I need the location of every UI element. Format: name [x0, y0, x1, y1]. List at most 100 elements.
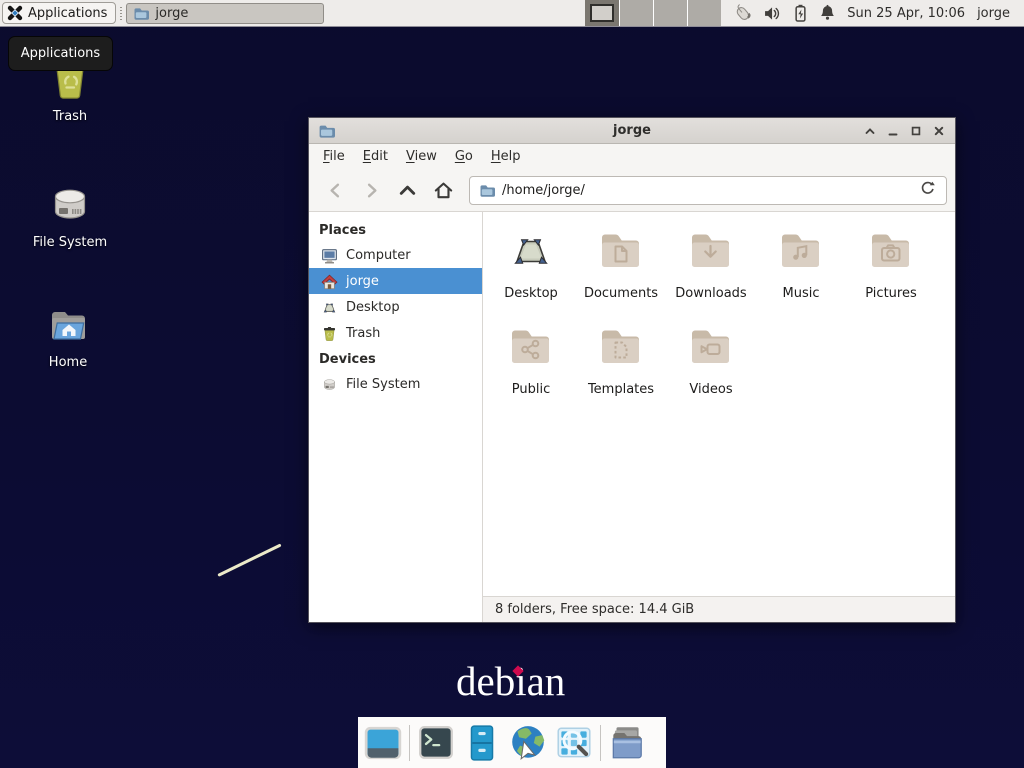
templates-folder-icon [597, 322, 645, 370]
desktop-icon-label: Trash [53, 109, 87, 124]
dock-separator [409, 725, 410, 761]
shade-button[interactable] [862, 123, 877, 138]
hard-drive-icon [321, 376, 338, 393]
folder-icon [133, 5, 149, 21]
menu-edit[interactable]: Edit [354, 146, 397, 167]
folder-music[interactable]: Music [756, 226, 846, 322]
path-text[interactable]: /home/jorge/ [502, 183, 911, 198]
panel-clock[interactable]: Sun 25 Apr, 10:06 [847, 6, 965, 21]
reload-button[interactable] [918, 179, 937, 202]
sidebar: Places Computer jorge Desktop Trash [309, 212, 483, 622]
folder-label: Templates [588, 382, 654, 397]
desktop-special-icon [507, 226, 555, 274]
menu-view[interactable]: View [397, 146, 446, 167]
dock-user-folder-button[interactable] [607, 723, 647, 763]
statusbar-text: 8 folders, Free space: 14.4 GiB [495, 602, 694, 617]
desktop-icon-label: File System [33, 235, 107, 250]
folder-label: Downloads [675, 286, 746, 301]
folder-downloads[interactable]: Downloads [666, 226, 756, 322]
folder-desktop[interactable]: Desktop [486, 226, 576, 322]
folder-pictures[interactable]: Pictures [846, 226, 936, 322]
desktop-icon-file-system[interactable]: File System [26, 180, 114, 250]
folder-label: Pictures [865, 286, 916, 301]
folder-videos[interactable]: Videos [666, 322, 756, 418]
videos-folder-icon [687, 322, 735, 370]
sidebar-item-trash[interactable]: Trash [309, 320, 482, 346]
workspace-4[interactable] [687, 0, 721, 26]
titlebar[interactable]: jorge [309, 118, 955, 144]
sidebar-item-file-system[interactable]: File System [309, 371, 482, 397]
top-panel: Applications jorge [0, 0, 1024, 27]
downloads-folder-icon [687, 226, 735, 274]
workspace-1[interactable] [585, 0, 619, 26]
taskbar-window-label: jorge [155, 6, 188, 21]
panel-username[interactable]: jorge [977, 6, 1010, 21]
dock-web-browser-button[interactable] [508, 723, 548, 763]
menu-go[interactable]: Go [446, 146, 482, 167]
dock-terminal-button[interactable] [416, 723, 456, 763]
sidebar-item-label: Trash [346, 326, 380, 341]
folder-public[interactable]: Public [486, 322, 576, 418]
up-button[interactable] [389, 176, 425, 204]
tasklist-handle[interactable] [120, 7, 122, 20]
folder-documents[interactable]: Documents [576, 226, 666, 322]
folder-templates[interactable]: Templates [576, 322, 666, 418]
minimize-button[interactable] [885, 123, 900, 138]
window-folder-icon [318, 122, 335, 139]
content-column: Desktop Documents Downloads Music [483, 212, 955, 622]
sidebar-item-computer[interactable]: Computer [309, 242, 482, 268]
menu-file[interactable]: File [314, 146, 354, 167]
application-finder-icon [554, 723, 594, 763]
volume-icon[interactable] [762, 3, 783, 24]
menu-help[interactable]: Help [482, 146, 530, 167]
computer-icon [321, 247, 338, 264]
sidebar-item-desktop[interactable]: Desktop [309, 294, 482, 320]
notifications-bell-icon[interactable] [818, 3, 837, 23]
window-title: jorge [309, 123, 955, 138]
back-button[interactable] [317, 176, 353, 204]
mouse-device-icon[interactable] [731, 2, 754, 25]
workspace-switcher [585, 0, 721, 26]
dock-application-finder-button[interactable] [554, 723, 594, 763]
folder-label: Public [512, 382, 550, 397]
applications-menu-button[interactable]: Applications [2, 2, 116, 24]
statusbar: 8 folders, Free space: 14.4 GiB [483, 596, 955, 622]
taskbar-window-button[interactable]: jorge [126, 3, 324, 24]
hard-drive-icon [46, 180, 94, 228]
battery-charging-icon[interactable] [791, 3, 810, 24]
show-desktop-icon [363, 723, 403, 763]
pictures-folder-icon [867, 226, 915, 274]
workspace-2[interactable] [619, 0, 653, 26]
sidebar-devices-header: Devices [309, 346, 482, 371]
dock [358, 717, 666, 768]
sidebar-places-header: Places [309, 217, 482, 242]
folder-label: Videos [689, 382, 732, 397]
maximize-button[interactable] [908, 123, 923, 138]
documents-folder-icon [597, 226, 645, 274]
desktop-icon-home[interactable]: Home [24, 300, 112, 370]
sidebar-item-jorge[interactable]: jorge [309, 268, 482, 294]
workspace-3[interactable] [653, 0, 687, 26]
user-folder-icon [607, 723, 647, 763]
dock-file-cabinet-button[interactable] [462, 723, 502, 763]
file-grid: Desktop Documents Downloads Music [483, 212, 955, 596]
folder-label: Documents [584, 286, 658, 301]
desktop-icon-label: Home [49, 355, 87, 370]
folder-label: Music [783, 286, 820, 301]
close-button[interactable] [931, 123, 946, 138]
applications-tooltip: Applications [8, 36, 113, 71]
sidebar-item-label: jorge [346, 274, 379, 289]
dock-show-desktop-button[interactable] [363, 723, 403, 763]
web-browser-globe-icon [508, 723, 548, 763]
file-cabinet-icon [462, 723, 502, 763]
path-folder-icon [479, 182, 495, 198]
forward-button[interactable] [353, 176, 389, 204]
toolbar: /home/jorge/ [309, 169, 955, 212]
system-tray [731, 2, 837, 25]
sidebar-item-label: Desktop [346, 300, 400, 315]
folder-label: Desktop [504, 286, 558, 301]
home-button[interactable] [425, 176, 461, 204]
sidebar-item-label: File System [346, 377, 420, 392]
terminal-icon [416, 723, 456, 763]
location-bar[interactable]: /home/jorge/ [469, 176, 947, 205]
